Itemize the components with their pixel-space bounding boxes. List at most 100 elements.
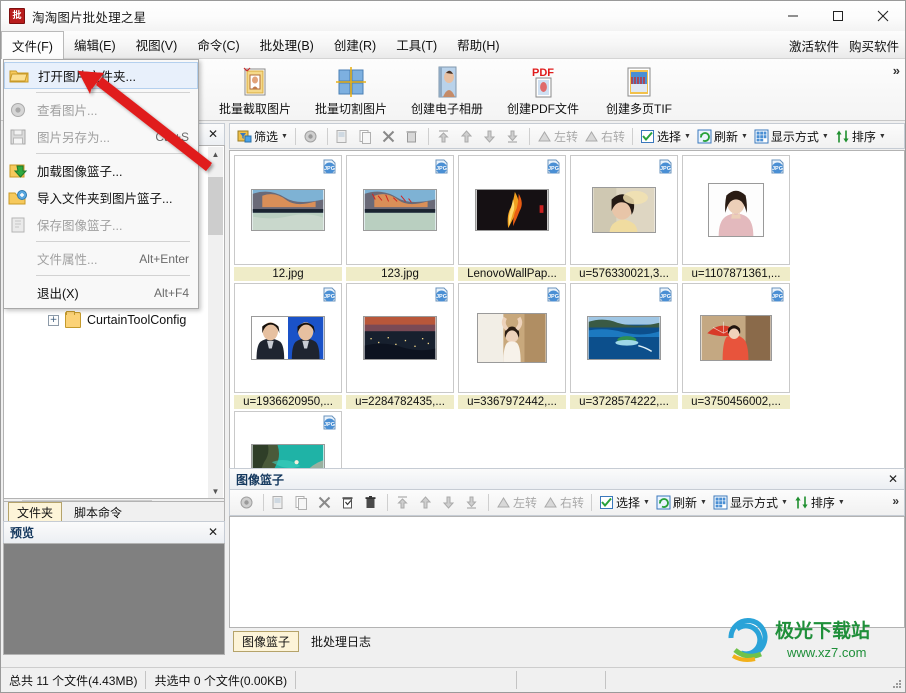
thumbnail-item[interactable]: JPG u=1936620950,... xyxy=(234,283,342,409)
chevron-down-icon[interactable]: ▼ xyxy=(684,133,691,140)
scrollbar-thumb[interactable] xyxy=(208,177,223,235)
delete-button[interactable] xyxy=(378,125,401,147)
tab-image-basket[interactable]: 图像篮子 xyxy=(233,631,299,652)
thumbnail-box[interactable]: JPG xyxy=(234,283,342,393)
filter-button[interactable]: 筛选 ▼ xyxy=(234,125,291,147)
basket-rotate-left-button[interactable]: 左转 xyxy=(493,492,540,514)
basket-toolbar-overflow[interactable]: » xyxy=(892,494,899,508)
menu-save-image-as[interactable]: 图片另存为... Ctrl+S xyxy=(4,123,198,150)
move-top-button[interactable] xyxy=(433,125,456,147)
close-button[interactable] xyxy=(860,1,905,31)
basket-copy-to-button[interactable] xyxy=(268,492,291,514)
view-mode-button[interactable]: 显示方式 ▼ xyxy=(751,125,832,147)
chevron-down-icon[interactable]: ▼ xyxy=(879,133,886,140)
basket-rotate-right-button[interactable]: 右转 xyxy=(540,492,587,514)
menu-import-folder-to-basket[interactable]: 导入文件夹到图片篮子... xyxy=(4,184,198,211)
thumbnail-box[interactable]: JPG xyxy=(570,283,678,393)
copy-button[interactable] xyxy=(355,125,378,147)
thumbnail-item[interactable]: JPG u=576330021,3... xyxy=(570,155,678,281)
thumbnail-item[interactable]: JPG 12.jpg xyxy=(234,155,342,281)
menu-view-image[interactable]: 查看图片... xyxy=(4,96,198,123)
thumbnail-box[interactable]: JPG xyxy=(234,155,342,265)
tab-batch-log[interactable]: 批处理日志 xyxy=(303,632,379,651)
menu-save-image-basket[interactable]: 保存图像篮子... xyxy=(4,211,198,238)
chevron-down-icon[interactable]: ▼ xyxy=(741,133,748,140)
menu-file-properties[interactable]: 文件属性... Alt+Enter xyxy=(4,245,198,272)
menu-tools[interactable]: 工具(T) xyxy=(386,31,447,58)
maximize-button[interactable] xyxy=(815,1,860,31)
menu-exit[interactable]: 退出(X) Alt+F4 xyxy=(4,279,198,306)
toolbar-overflow-button[interactable]: » xyxy=(893,63,900,78)
tree-item-curtaintoolconfig[interactable]: + CurtainToolConfig xyxy=(4,310,224,330)
basket-delete-button[interactable] xyxy=(314,492,337,514)
thumbnail-item[interactable]: JPG u=3750456002,... xyxy=(682,283,790,409)
chevron-down-icon[interactable]: ▼ xyxy=(822,133,829,140)
basket-move-down-button[interactable] xyxy=(438,492,461,514)
thumbnail-box[interactable]: JPG xyxy=(458,283,566,393)
thumbnail-item[interactable]: JPG 123.jpg xyxy=(346,155,454,281)
toolbar-crop-images[interactable]: 批量截取图片 xyxy=(207,62,303,117)
thumbnail-grid[interactable]: JPG 12.jpg xyxy=(229,150,905,480)
sort-button[interactable]: 排序 ▼ xyxy=(832,125,889,147)
thumbnail-item[interactable]: JPG u=2284782435,... xyxy=(346,283,454,409)
rotate-left-button[interactable]: 左转 xyxy=(534,125,581,147)
thumbnail-item[interactable]: JPG u=3728574222,... xyxy=(570,283,678,409)
thumbnail-box[interactable]: JPG xyxy=(458,155,566,265)
move-up-button[interactable] xyxy=(456,125,479,147)
thumbnail-box[interactable]: JPG xyxy=(570,155,678,265)
scroll-down-icon[interactable]: ▼ xyxy=(208,484,223,499)
menu-open-image-folder[interactable]: 打开图片文件夹... xyxy=(4,62,198,89)
basket-copy-button[interactable] xyxy=(291,492,314,514)
tab-script-commands[interactable]: 脚本命令 xyxy=(66,503,130,522)
basket-content-area[interactable] xyxy=(229,516,905,628)
chevron-down-icon[interactable]: ▼ xyxy=(700,499,707,506)
select-button[interactable]: 选择 ▼ xyxy=(637,125,694,147)
menu-file[interactable]: 文件(F) xyxy=(1,31,64,59)
chevron-down-icon[interactable]: ▼ xyxy=(643,499,650,506)
preview-panel-close-icon[interactable]: ✕ xyxy=(208,525,218,539)
expander-icon[interactable]: + xyxy=(48,315,59,326)
thumbnail-box[interactable]: JPG xyxy=(346,155,454,265)
resize-grip[interactable] xyxy=(890,677,902,689)
scroll-up-icon[interactable]: ▲ xyxy=(208,147,223,162)
move-down-button[interactable] xyxy=(479,125,502,147)
menu-create[interactable]: 创建(R) xyxy=(324,31,386,58)
basket-sort-button[interactable]: 排序 ▼ xyxy=(791,492,848,514)
basket-select-button[interactable]: 选择 ▼ xyxy=(596,492,653,514)
menu-command[interactable]: 命令(C) xyxy=(187,31,249,58)
thumbnail-item[interactable]: JPG LenovoWallPap... xyxy=(458,155,566,281)
basket-view-mode-button[interactable]: 显示方式 ▼ xyxy=(710,492,791,514)
basket-close-icon[interactable]: ✕ xyxy=(888,472,898,486)
toolbar-multipage-tif[interactable]: 创建多页TIF xyxy=(591,62,687,117)
toolbar-create-pdf[interactable]: PDF 创建PDF文件 xyxy=(495,62,591,117)
basket-remove-button[interactable] xyxy=(337,492,360,514)
rotate-right-button[interactable]: 右转 xyxy=(581,125,628,147)
move-bottom-button[interactable] xyxy=(502,125,525,147)
buy-software-link[interactable]: 购买软件 xyxy=(849,36,899,55)
chevron-down-icon[interactable]: ▼ xyxy=(838,499,845,506)
basket-move-bottom-button[interactable] xyxy=(461,492,484,514)
tab-folders[interactable]: 文件夹 xyxy=(8,502,62,523)
menu-view[interactable]: 视图(V) xyxy=(126,31,188,58)
basket-refresh-button[interactable]: 刷新 ▼ xyxy=(653,492,710,514)
basket-move-top-button[interactable] xyxy=(392,492,415,514)
thumbnail-item[interactable]: JPG u=1107871361,... xyxy=(682,155,790,281)
chevron-down-icon[interactable]: ▼ xyxy=(281,133,288,140)
file-menu-dropdown[interactable]: 打开图片文件夹... 查看图片... 图片另存为... Ctrl+S 加载图像篮… xyxy=(3,59,199,309)
copy-to-button[interactable] xyxy=(332,125,355,147)
thumbnail-item[interactable]: JPG u=3367972442,... xyxy=(458,283,566,409)
basket-trash-button[interactable] xyxy=(360,492,383,514)
trash-button[interactable] xyxy=(401,125,424,147)
menu-load-image-basket[interactable]: 加载图像篮子... xyxy=(4,157,198,184)
menu-edit[interactable]: 编辑(E) xyxy=(64,31,126,58)
activate-software-link[interactable]: 激活软件 xyxy=(789,36,839,55)
refresh-button[interactable]: 刷新 ▼ xyxy=(694,125,751,147)
toolbar-split-images[interactable]: 批量切割图片 xyxy=(303,62,399,117)
basket-move-up-button[interactable] xyxy=(415,492,438,514)
menu-help[interactable]: 帮助(H) xyxy=(447,31,509,58)
view-image-button[interactable] xyxy=(300,125,323,147)
tree-vertical-scrollbar[interactable]: ▲ ▼ xyxy=(208,147,223,499)
folder-panel-close-icon[interactable]: ✕ xyxy=(208,127,218,141)
thumbnail-box[interactable]: JPG xyxy=(682,283,790,393)
toolbar-photo-album[interactable]: 创建电子相册 xyxy=(399,62,495,117)
